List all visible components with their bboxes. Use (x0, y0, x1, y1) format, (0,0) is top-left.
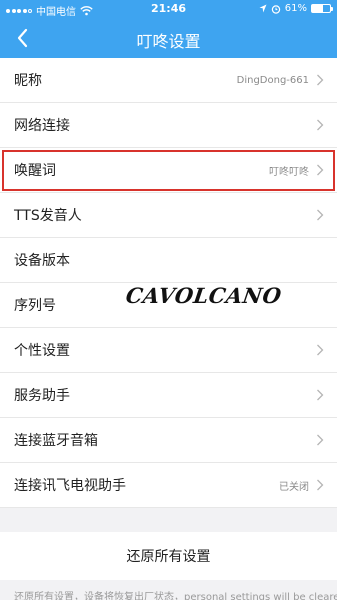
setting-label: 服务助手 (14, 388, 70, 404)
alarm-icon (271, 4, 280, 14)
section-gap (0, 508, 337, 532)
status-right: 61% (259, 3, 333, 14)
setting-label: 连接蓝牙音箱 (14, 433, 98, 449)
setting-label: 设备版本 (14, 253, 70, 269)
reset-description: 还原所有设置，设备将恢复出厂状态，personal settings will … (14, 592, 337, 600)
setting-value: DingDong-661 (236, 74, 309, 86)
setting-label: 连接讯飞电视助手 (14, 478, 126, 494)
battery-icon (311, 4, 333, 13)
setting-bluetooth-speaker[interactable]: 连接蓝牙音箱 (0, 418, 337, 463)
chevron-right-icon (317, 479, 324, 491)
chevron-right-icon (317, 209, 324, 221)
setting-network[interactable]: 网络连接 (0, 103, 337, 148)
status-bar: 中国电信 21:46 61% (0, 0, 337, 18)
setting-service-assistant[interactable]: 服务助手 (0, 373, 337, 418)
reset-all-button[interactable]: 还原所有设置 (0, 532, 337, 580)
battery-percent: 61% (284, 3, 307, 14)
setting-label: 唤醒词 (14, 163, 56, 179)
setting-label: 网络连接 (14, 118, 70, 134)
watermark-text: CAVOLCANO (124, 283, 284, 308)
setting-device-version[interactable]: 设备版本 (0, 238, 337, 283)
setting-value: 已关闭 (279, 481, 309, 493)
nav-bar: 叮咚设置 (0, 18, 337, 58)
chevron-right-icon (317, 119, 324, 131)
setting-label: TTS发音人 (14, 208, 82, 224)
setting-value: 叮咚叮咚 (269, 166, 309, 178)
setting-label: 个性设置 (14, 343, 70, 359)
header: 中国电信 21:46 61% 叮咚设置 (0, 0, 337, 58)
chevron-right-icon (317, 434, 324, 446)
location-arrow-icon (259, 4, 267, 13)
chevron-right-icon (317, 164, 324, 176)
setting-label: 昵称 (14, 73, 42, 89)
setting-personal[interactable]: 个性设置 (0, 328, 337, 373)
setting-tv-assistant[interactable]: 连接讯飞电视助手 已关闭 (0, 463, 337, 508)
chevron-right-icon (317, 74, 324, 86)
page-title: 叮咚设置 (136, 32, 201, 51)
chevron-right-icon (317, 344, 324, 356)
setting-tts-voice[interactable]: TTS发音人 (0, 193, 337, 238)
setting-label: 序列号 (14, 298, 56, 314)
setting-nickname[interactable]: 昵称 DingDong-661 (0, 58, 337, 103)
chevron-right-icon (317, 389, 324, 401)
setting-wake-word[interactable]: 唤醒词 叮咚叮咚 (0, 148, 337, 193)
